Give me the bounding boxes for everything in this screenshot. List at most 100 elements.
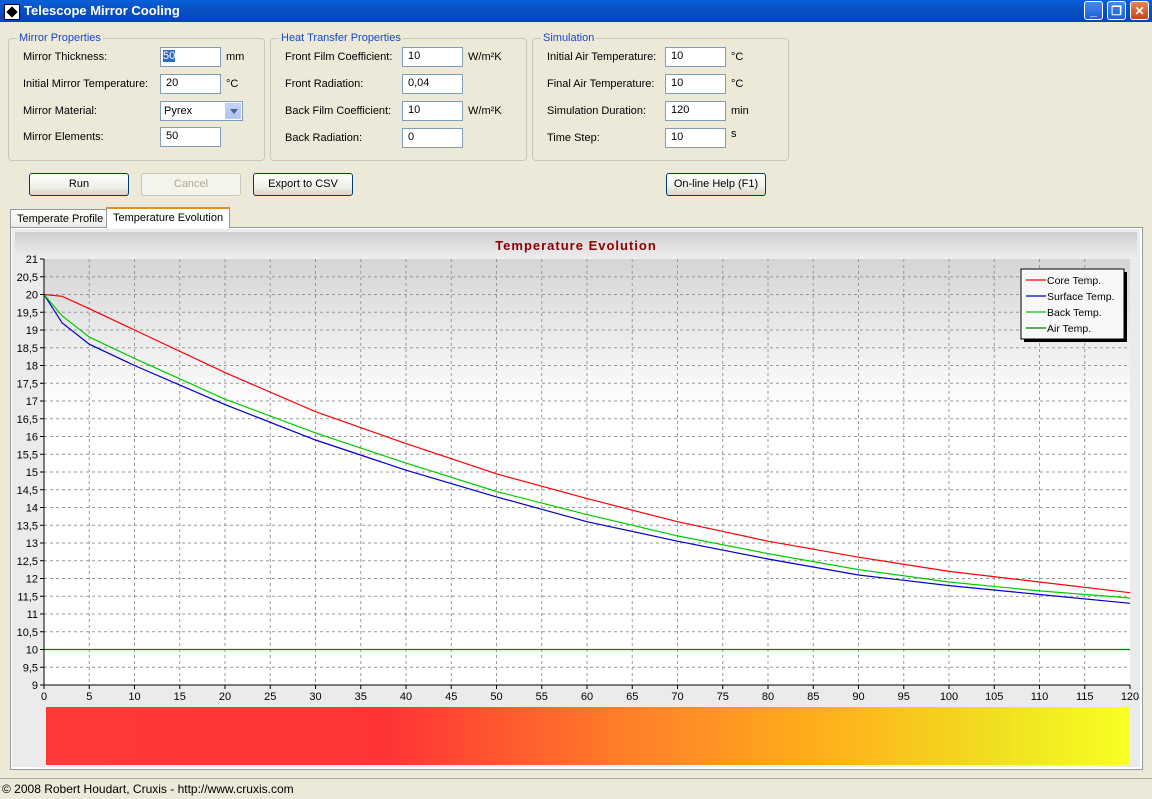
mirror-material-value: Pyrex bbox=[164, 105, 193, 117]
status-bar: © 2008 Robert Houdart, Cruxis - http://w… bbox=[0, 778, 1152, 799]
x-tick-label: 65 bbox=[626, 691, 638, 703]
y-tick-label: 18 bbox=[26, 361, 38, 373]
y-tick-label: 15,5 bbox=[17, 449, 38, 461]
x-tick-label: 10 bbox=[128, 691, 140, 703]
temperature-evolution-chart: Temperature Evolution 21 20,5 20 19,5 19 18,5… bbox=[12, 229, 1140, 767]
x-tick-label: 105 bbox=[985, 691, 1003, 703]
x-tick-label: 90 bbox=[852, 691, 864, 703]
simulation-legend: Simulation bbox=[541, 32, 597, 44]
app-icon bbox=[4, 4, 20, 20]
y-tick-label: 12 bbox=[26, 574, 38, 586]
x-tick-label: 45 bbox=[445, 691, 457, 703]
y-tick-label: 10,5 bbox=[17, 627, 38, 639]
duration-unit: min bbox=[731, 105, 749, 117]
back-film-label: Back Film Coefficient: bbox=[285, 105, 392, 117]
x-tick-label: 80 bbox=[762, 691, 774, 703]
time-step-label: Time Step: bbox=[547, 132, 600, 144]
mirror-properties-legend: Mirror Properties bbox=[17, 32, 103, 44]
y-tick-label: 15 bbox=[26, 467, 38, 479]
mirror-elements-label: Mirror Elements: bbox=[23, 131, 104, 143]
minimize-icon[interactable]: _ bbox=[1084, 1, 1103, 20]
close-icon[interactable]: ✕ bbox=[1130, 1, 1149, 20]
y-tick-label: 11 bbox=[27, 609, 38, 621]
duration-label: Simulation Duration: bbox=[547, 105, 647, 117]
y-tick-label: 17 bbox=[26, 396, 38, 408]
y-tick-label: 20 bbox=[26, 290, 38, 302]
mirror-elements-input[interactable]: 50 bbox=[160, 127, 221, 147]
x-tick-label: 50 bbox=[490, 691, 502, 703]
mirror-thickness-input[interactable]: 50 bbox=[160, 47, 221, 67]
mirror-thickness-label: Mirror Thickness: bbox=[23, 51, 108, 63]
legend-label-0: Core Temp. bbox=[1047, 275, 1101, 287]
window-title: Telescope Mirror Cooling bbox=[24, 3, 180, 18]
tab-temperature-evolution[interactable]: Temperature Evolution bbox=[106, 207, 231, 228]
final-air-unit: °C bbox=[731, 78, 744, 90]
y-tick-label: 11,5 bbox=[17, 591, 38, 603]
x-tick-label: 5 bbox=[86, 691, 92, 703]
front-film-input[interactable]: 10 bbox=[402, 47, 463, 67]
cancel-button[interactable]: Cancel bbox=[141, 173, 241, 196]
x-tick-label: 20 bbox=[219, 691, 231, 703]
init-mirror-temp-unit: °C bbox=[226, 78, 239, 90]
x-tick-label: 95 bbox=[898, 691, 910, 703]
y-tick-label: 9,5 bbox=[23, 662, 38, 674]
init-air-unit: °C bbox=[731, 51, 744, 63]
x-tick-label: 85 bbox=[807, 691, 819, 703]
x-tick-label: 35 bbox=[355, 691, 367, 703]
mirror-material-select[interactable]: Pyrex bbox=[160, 101, 243, 121]
run-button[interactable]: Run bbox=[29, 173, 129, 196]
y-tick-label: 13 bbox=[26, 538, 38, 550]
x-tick-label: 110 bbox=[1031, 691, 1049, 703]
y-tick-label: 14,5 bbox=[17, 485, 38, 497]
online-help-button[interactable]: On-line Help (F1) bbox=[666, 173, 766, 196]
back-radiation-input[interactable]: 0 bbox=[402, 128, 463, 148]
y-tick-label: 16,5 bbox=[17, 414, 38, 426]
x-tick-label: 0 bbox=[41, 691, 47, 703]
x-tick-label: 100 bbox=[940, 691, 958, 703]
y-tick-label: 9 bbox=[32, 680, 38, 692]
legend-label-1: Surface Temp. bbox=[1047, 291, 1115, 303]
maximize-icon[interactable]: ❐ bbox=[1107, 1, 1126, 20]
final-air-label: Final Air Temperature: bbox=[547, 78, 655, 90]
x-tick-label: 55 bbox=[536, 691, 548, 703]
y-tick-label: 16 bbox=[26, 432, 38, 444]
legend-label-3: Air Temp. bbox=[1047, 323, 1091, 335]
x-tick-label: 75 bbox=[717, 691, 729, 703]
y-tick-label: 13,5 bbox=[17, 520, 38, 532]
y-tick-label: 18,5 bbox=[17, 343, 38, 355]
x-tick-label: 30 bbox=[309, 691, 321, 703]
y-tick-label: 19 bbox=[26, 325, 38, 337]
y-tick-label: 19,5 bbox=[17, 307, 38, 319]
title-bar: Telescope Mirror Cooling _ ❐ ✕ bbox=[0, 0, 1152, 22]
init-air-label: Initial Air Temperature: bbox=[547, 51, 657, 63]
export-csv-button[interactable]: Export to CSV bbox=[253, 173, 353, 196]
y-tick-label: 10 bbox=[26, 645, 38, 657]
y-tick-label: 12,5 bbox=[17, 556, 38, 568]
init-air-input[interactable]: 10 bbox=[665, 47, 726, 67]
copyright-text: © 2008 Robert Houdart, Cruxis - http://w… bbox=[2, 782, 294, 796]
time-step-input[interactable]: 10 bbox=[665, 128, 726, 148]
temperature-color-bar bbox=[46, 707, 1129, 765]
chart-legend: Core Temp. Surface Temp. Back Temp. Air Tem… bbox=[1020, 268, 1127, 342]
heat-transfer-legend: Heat Transfer Properties bbox=[279, 32, 403, 44]
y-tick-label: 21 bbox=[26, 254, 38, 266]
front-film-label: Front Film Coefficient: bbox=[285, 51, 393, 63]
back-film-unit: W/m²K bbox=[468, 105, 502, 117]
legend-label-2: Back Temp. bbox=[1047, 307, 1102, 319]
y-tick-label: 20,5 bbox=[17, 272, 38, 284]
chevron-down-icon[interactable] bbox=[225, 103, 241, 119]
x-tick-label: 60 bbox=[581, 691, 593, 703]
x-tick-label: 40 bbox=[400, 691, 412, 703]
x-tick-label: 115 bbox=[1076, 691, 1094, 703]
x-tick-label: 15 bbox=[174, 691, 186, 703]
mirror-material-label: Mirror Material: bbox=[23, 105, 97, 117]
front-radiation-label: Front Radiation: bbox=[285, 78, 364, 90]
final-air-input[interactable]: 10 bbox=[665, 74, 726, 94]
tab-temperate-profile[interactable]: Temperate Profile bbox=[10, 209, 111, 228]
init-mirror-temp-label: Initial Mirror Temperature: bbox=[23, 78, 149, 90]
duration-input[interactable]: 120 bbox=[665, 101, 726, 121]
front-radiation-input[interactable]: 0,04 bbox=[402, 74, 463, 94]
x-tick-label: 70 bbox=[671, 691, 683, 703]
back-film-input[interactable]: 10 bbox=[402, 101, 463, 121]
init-mirror-temp-input[interactable]: 20 bbox=[160, 74, 221, 94]
